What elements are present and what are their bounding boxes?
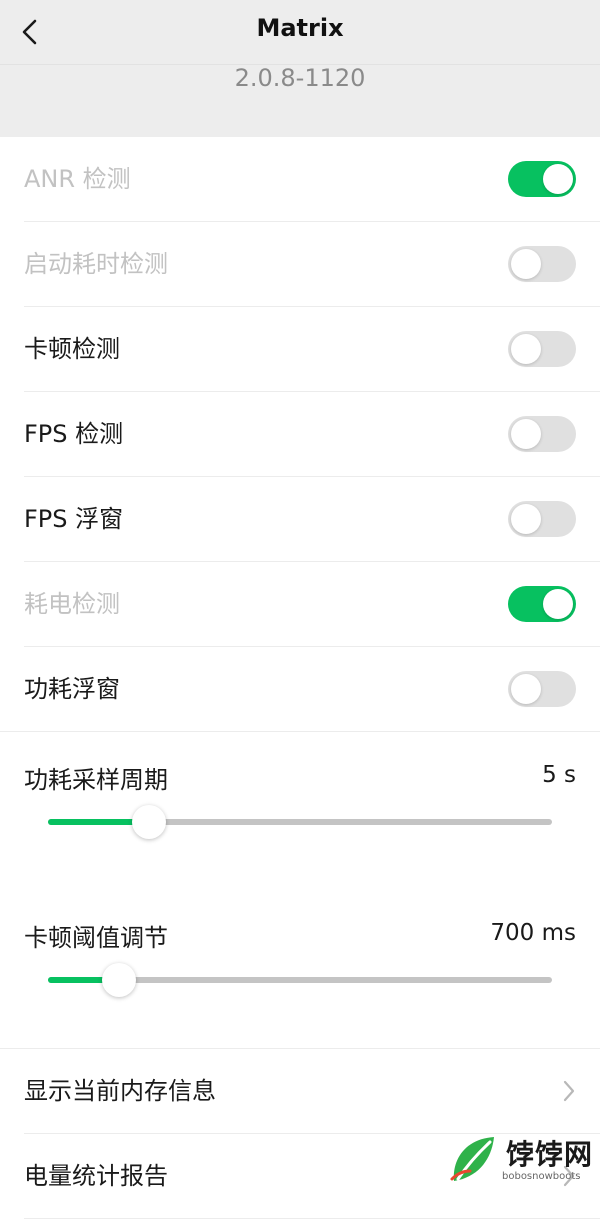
chevron-right-icon	[563, 1080, 575, 1102]
battery-toggle[interactable]	[508, 586, 576, 622]
toggle-row-fps-float: FPS 浮窗	[24, 477, 600, 562]
nav-bar: Matrix	[0, 0, 600, 65]
toggle-label: FPS 检测	[24, 420, 124, 448]
slider-label: 卡顿阈值调节	[24, 924, 168, 952]
power-sample-slider[interactable]	[48, 805, 552, 839]
leaf-logo-icon	[450, 1137, 494, 1181]
toggle-row-power-float: 功耗浮窗	[24, 647, 600, 731]
startup-toggle[interactable]	[508, 246, 576, 282]
toggle-knob	[511, 674, 541, 704]
toggle-label: 启动耗时检测	[24, 250, 168, 278]
toggle-label: ANR 检测	[24, 165, 131, 193]
toggle-knob	[511, 419, 541, 449]
memory-info-item[interactable]: 显示当前内存信息	[24, 1049, 600, 1134]
toggle-knob	[511, 504, 541, 534]
toggle-label: 卡顿检测	[24, 335, 120, 363]
version-text: 2.0.8-1120	[234, 64, 366, 92]
watermark: 饽饽网 bobosnowboots	[448, 1133, 598, 1184]
toggle-knob	[543, 164, 573, 194]
toggle-row-anr: ANR 检测	[24, 137, 600, 222]
toggle-label: FPS 浮窗	[24, 505, 124, 533]
slider-value: 700 ms	[490, 920, 576, 946]
toggle-knob	[511, 334, 541, 364]
lag-toggle[interactable]	[508, 331, 576, 367]
slider-label: 功耗采样周期	[24, 766, 168, 794]
power-float-toggle[interactable]	[508, 671, 576, 707]
toggle-knob	[511, 249, 541, 279]
lag-threshold-slider[interactable]	[48, 963, 552, 997]
toggle-row-fps: FPS 检测	[24, 392, 600, 477]
power-sample-slider-block: 功耗采样周期 5 s	[0, 732, 600, 890]
slider-thumb[interactable]	[131, 805, 166, 839]
fps-toggle[interactable]	[508, 416, 576, 452]
settings-list: ANR 检测 启动耗时检测 卡顿检测 FPS 检测 FPS 浮窗 耗电检测 功耗…	[0, 137, 600, 1219]
toggle-knob	[543, 589, 573, 619]
slider-thumb[interactable]	[101, 963, 136, 997]
watermark-brand: 饽饽网	[506, 1138, 594, 1171]
toggle-row-battery: 耗电检测	[24, 562, 600, 647]
anr-toggle[interactable]	[508, 161, 576, 197]
watermark-sub: bobosnowboots	[502, 1171, 581, 1182]
toggle-row-lag: 卡顿检测	[24, 307, 600, 392]
header: Matrix 2.0.8-1120	[0, 0, 600, 137]
slider-value: 5 s	[542, 762, 576, 788]
page-title: Matrix	[256, 14, 344, 42]
nav-item-label: 显示当前内存信息	[24, 1077, 216, 1105]
fps-float-toggle[interactable]	[508, 501, 576, 537]
lag-threshold-slider-block: 卡顿阈值调节 700 ms	[0, 890, 600, 1048]
toggle-label: 耗电检测	[24, 590, 120, 618]
toggle-label: 功耗浮窗	[24, 675, 120, 703]
nav-item-label: 电量统计报告	[24, 1162, 168, 1190]
toggle-row-startup: 启动耗时检测	[24, 222, 600, 307]
